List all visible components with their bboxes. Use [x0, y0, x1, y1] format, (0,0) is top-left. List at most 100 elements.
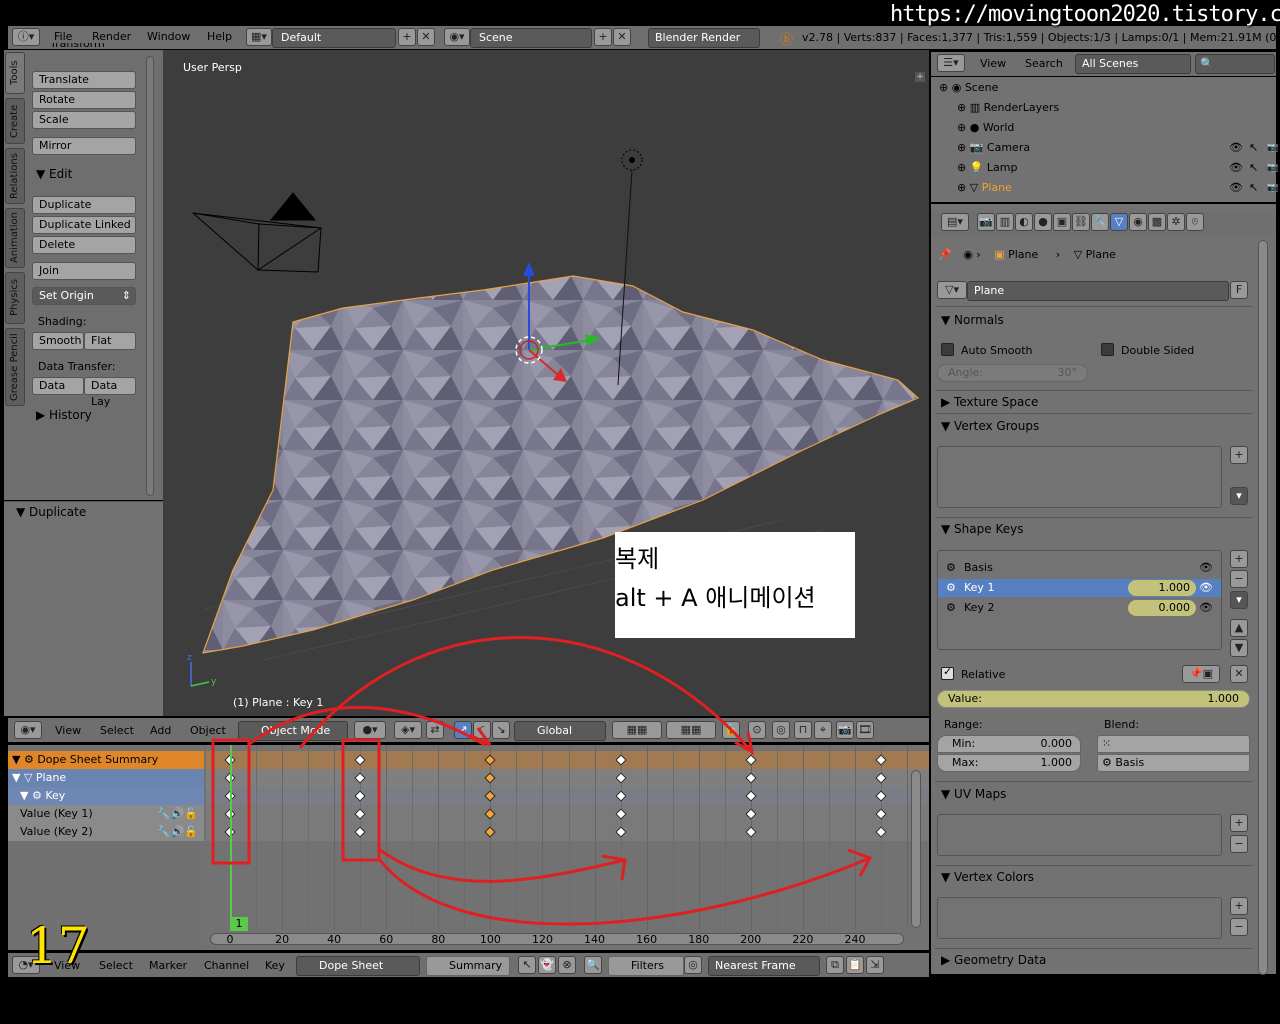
physics-tab-icon[interactable]: ⌾ — [1186, 213, 1204, 231]
lock-layers-icon[interactable]: 🔒 — [722, 721, 740, 739]
flat-button[interactable]: Flat — [84, 332, 136, 350]
render-tab-icon[interactable]: 📷 — [977, 213, 995, 231]
relative-checkbox[interactable]: ✓ — [941, 665, 954, 680]
tab-create[interactable]: Create — [5, 98, 25, 144]
manipulator-scale-icon[interactable]: ↘ — [492, 721, 510, 739]
operator-header[interactable]: ▼ Duplicate — [16, 505, 86, 519]
outliner-item-scene[interactable]: ⊕ ◉ Scene — [939, 79, 1269, 97]
vertex-colors-header[interactable]: ▼ Vertex Colors — [941, 870, 1034, 884]
viewport-editor-type-icon[interactable]: ◉▾ — [14, 721, 42, 739]
outliner-search-input[interactable]: 🔍 — [1195, 54, 1275, 74]
dopesheet-timeline[interactable] — [206, 745, 929, 950]
edit-header[interactable]: ▼ Edit — [36, 167, 72, 181]
snap-icon[interactable]: ⊙ — [748, 721, 766, 739]
add-vertex-color-icon[interactable]: + — [1230, 897, 1248, 915]
pin-icon[interactable]: 📌 — [938, 248, 952, 261]
remove-layout-icon[interactable]: ✕ — [417, 28, 435, 46]
dopesheet-vscroll[interactable] — [911, 770, 921, 928]
mirror-button[interactable]: Mirror — [32, 137, 136, 155]
remove-shape-key-icon[interactable]: − — [1230, 570, 1248, 588]
texture-space-header[interactable]: ▶ Texture Space — [941, 395, 1038, 409]
duplicate-button[interactable]: Duplicate — [32, 196, 136, 214]
outliner-item-camera[interactable]: ⊕ 📷 Camera 👁 ↖ 📷 — [957, 139, 1280, 157]
only-errors-icon[interactable]: ⊗ — [558, 956, 576, 974]
tab-animation[interactable]: Animation — [5, 208, 25, 268]
fake-user-button[interactable]: F — [1230, 281, 1248, 299]
world-tab-icon[interactable]: ● — [1034, 213, 1052, 231]
data-tab-icon[interactable]: ▽ — [1110, 213, 1128, 231]
eye-icon[interactable]: 👁 — [1199, 559, 1213, 577]
transform-header[interactable]: Transform — [50, 43, 105, 51]
show-hidden-icon[interactable]: 👻 — [538, 956, 556, 974]
angle-field[interactable]: Angle: 30° — [937, 364, 1088, 382]
channel-key-2[interactable]: ▼ ⚙ Key — [8, 787, 204, 805]
dopesheet-menu-select[interactable]: Select — [99, 955, 133, 977]
layers-grid-2-icon[interactable]: ▦▦ — [666, 721, 716, 739]
viewport-3d[interactable]: User Persp (1) Plane : Key 1 + z y 복제 al… — [163, 50, 929, 716]
delete-button[interactable]: Delete — [32, 236, 136, 254]
outliner-item-world[interactable]: ⊕ ● World — [957, 119, 1280, 137]
particles-tab-icon[interactable]: ✲ — [1167, 213, 1185, 231]
menu-window[interactable]: Window — [147, 26, 190, 48]
duplicate-linked-button[interactable]: Duplicate Linked — [32, 216, 136, 234]
scene-tab-icon[interactable]: ◐ — [1015, 213, 1033, 231]
visibility-eye-icon[interactable]: 👁 — [1229, 159, 1243, 177]
manipulator-rotate-icon[interactable]: ◜ — [473, 721, 491, 739]
copy-keyframes-icon[interactable]: ⧉ — [826, 956, 844, 974]
uv-maps-header[interactable]: ▼ UV Maps — [941, 787, 1006, 801]
normals-header[interactable]: ▼ Normals — [941, 313, 1004, 327]
layout-icon[interactable]: ▦▾ — [246, 28, 272, 46]
dopesheet-menu-key[interactable]: Key — [265, 955, 285, 977]
dopesheet-mode-selector[interactable]: Dope Sheet — [296, 956, 420, 976]
auto-smooth-checkbox[interactable] — [941, 343, 954, 356]
translate-button[interactable]: Translate — [32, 71, 136, 89]
renderability-camera-icon[interactable]: 📷 — [1267, 179, 1278, 197]
layout-selector[interactable]: Default — [272, 28, 396, 48]
material-tab-icon[interactable]: ◉ — [1129, 213, 1147, 231]
set-origin-dropdown[interactable]: Set Origin ⇕ — [32, 287, 136, 305]
eye-icon[interactable]: 👁 — [1199, 579, 1213, 597]
expand-icon[interactable]: ⊕ — [957, 101, 966, 114]
paste-keyframes-icon[interactable]: 📋 — [846, 956, 864, 974]
vertex-groups-header[interactable]: ▼ Vertex Groups — [941, 419, 1039, 433]
shape-key-value[interactable]: 0.000 — [1128, 600, 1196, 616]
snap-target-icon[interactable]: ⌖ — [814, 721, 832, 739]
playhead-line[interactable] — [230, 745, 232, 930]
remove-uv-map-icon[interactable]: − — [1230, 835, 1248, 853]
shape-keys-header[interactable]: ▼ Shape Keys — [941, 522, 1023, 536]
vertex-colors-list[interactable] — [937, 897, 1222, 939]
mesh-browse-icon[interactable]: ▽▾ — [937, 281, 967, 299]
eye-icon[interactable]: 👁 — [1199, 599, 1213, 617]
channel-summary-0[interactable]: ▼ ⚙ Dope Sheet Summary — [8, 751, 204, 769]
outliner-editor-type-icon[interactable]: ☰▾ — [937, 54, 965, 72]
rotate-button[interactable]: Rotate — [32, 91, 136, 109]
renderability-camera-icon[interactable]: 📷 — [1267, 159, 1278, 177]
shape-key-menu-icon[interactable]: ▾ — [1230, 591, 1248, 609]
shape-keys-list[interactable]: ⚙ Basis 👁 ⚙ Key 1 1.000 👁 ⚙ Key 2 0.000 👁 — [937, 550, 1222, 650]
auto-snap-toggle-icon[interactable]: ◎ — [684, 956, 702, 974]
channel-toggles-icon[interactable]: 🔧🔊🔓 — [157, 823, 198, 841]
double-sided-checkbox[interactable] — [1101, 343, 1114, 356]
opengl-anim-icon[interactable]: 🎞 — [856, 721, 874, 739]
object-tab-icon[interactable]: ▣ — [1053, 213, 1071, 231]
filters-button[interactable]: Filters — [608, 956, 684, 976]
opengl-render-icon[interactable]: 📷 — [836, 721, 854, 739]
renderability-camera-icon[interactable]: 📷 — [1267, 139, 1278, 157]
add-layout-icon[interactable]: + — [398, 28, 416, 46]
summary-toggle[interactable]: Summary — [426, 956, 510, 976]
search-icon[interactable]: 🔍 — [584, 956, 602, 974]
selectability-cursor-icon[interactable]: ↖ — [1249, 159, 1258, 177]
data-button[interactable]: Data — [32, 377, 84, 395]
constraints-tab-icon[interactable]: ⛓ — [1072, 213, 1090, 231]
visibility-eye-icon[interactable]: 👁 — [1229, 179, 1243, 197]
channel-expand-icon[interactable]: ▼ ▽ — [12, 771, 32, 784]
outliner-item-renderlayers[interactable]: ⊕ ▥ RenderLayers — [957, 99, 1280, 117]
add-uv-map-icon[interactable]: + — [1230, 814, 1248, 832]
tab-tools[interactable]: Tools — [5, 52, 25, 94]
viewport-menu-select[interactable]: Select — [100, 720, 134, 742]
render-engine-selector[interactable]: Blender Render — [648, 28, 760, 48]
menu-help[interactable]: Help — [207, 26, 232, 48]
uv-maps-list[interactable] — [937, 814, 1222, 856]
expand-icon[interactable]: ⊕ — [957, 121, 966, 134]
pivot-icon[interactable]: ◈▾ — [394, 721, 422, 739]
